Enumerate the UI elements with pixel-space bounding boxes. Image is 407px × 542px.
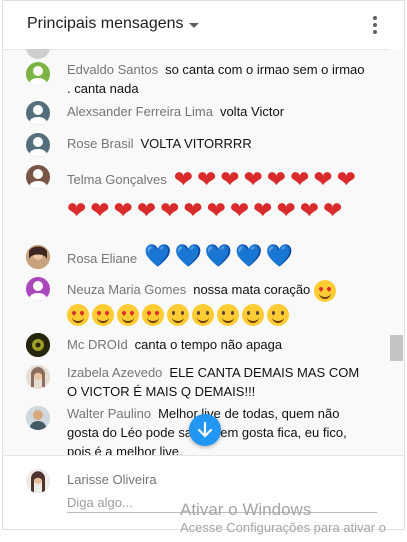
heart-eyes-emoji: [117, 304, 139, 327]
current-user-name: Larisse Oliveira: [67, 472, 157, 487]
avatar: [26, 245, 50, 269]
avatar: [26, 165, 50, 189]
avatar: [26, 133, 50, 157]
message-text: VOLTA VITORRRR: [140, 136, 252, 151]
heart-eyes-emoji: [67, 304, 89, 327]
message-author[interactable]: Edvaldo Santos: [67, 62, 158, 77]
avatar: [26, 101, 50, 125]
heart-eyes-emoji: [142, 304, 164, 327]
heart-eyes-emoji: [92, 304, 114, 327]
caret-down-icon[interactable]: [189, 23, 199, 28]
smiling-emoji: [242, 304, 264, 327]
message-author[interactable]: Walter Paulino: [67, 406, 151, 421]
chat-input-area: Larisse Oliveira: [3, 455, 404, 529]
avatar: [26, 469, 50, 493]
message-text: nossa mata coração: [193, 282, 311, 297]
smiling-emoji: [217, 304, 239, 327]
smiling-emoji: [167, 304, 189, 327]
scrollbar-track[interactable]: [389, 49, 403, 455]
chat-message-input[interactable]: [67, 492, 377, 513]
blue-heart-emoji-row: 💙💙💙💙💙: [144, 243, 297, 268]
more-vert-icon[interactable]: [365, 15, 385, 37]
message-author[interactable]: Telma Gonçalves: [67, 172, 167, 187]
message-author[interactable]: Neuza Maria Gomes: [67, 282, 186, 297]
live-chat-panel: Principais mensagens Edvaldo Santos so ca…: [2, 0, 405, 530]
smiling-emoji: [192, 304, 214, 327]
avatar: [26, 49, 50, 59]
avatar: [26, 277, 50, 301]
scrollbar-thumb[interactable]: [390, 335, 403, 361]
message-author[interactable]: Mc DROId: [67, 337, 128, 352]
message-author[interactable]: Rose Brasil: [67, 136, 133, 151]
smiling-emoji: [267, 304, 289, 327]
avatar: [26, 62, 50, 86]
avatar: [26, 333, 50, 357]
heart-eyes-emoji: [313, 279, 336, 302]
chat-header: Principais mensagens: [3, 1, 404, 50]
message-text: canta o tempo não apaga: [134, 337, 283, 352]
avatar: [26, 365, 50, 389]
message-author[interactable]: Izabela Azevedo: [67, 365, 162, 380]
chat-message-list[interactable]: Edvaldo Santos so canta com o irmao sem o…: [3, 49, 389, 455]
chat-mode-selector[interactable]: Principais mensagens: [27, 15, 184, 33]
message-text: volta Victor: [219, 104, 285, 119]
message-author[interactable]: Alexsander Ferreira Lima: [67, 104, 213, 119]
avatar: [26, 406, 50, 430]
message-author[interactable]: Rosa Eliane: [67, 251, 137, 266]
arrow-down-icon[interactable]: [189, 414, 221, 446]
